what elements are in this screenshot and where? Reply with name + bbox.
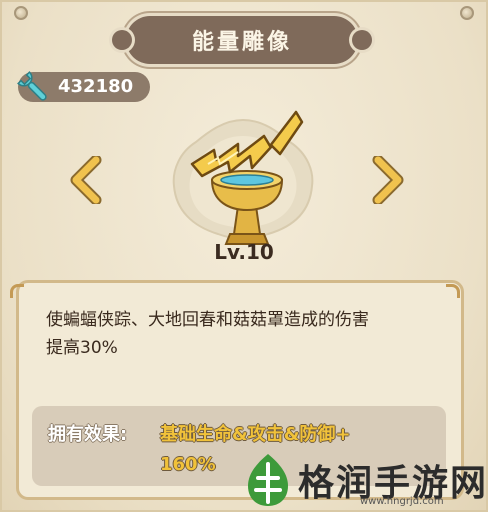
- page-title: 能量雕像: [191, 30, 292, 55]
- statue-level: Lv.10: [214, 240, 274, 264]
- site-watermark: 格润手游网 www.hngrjd.com: [236, 448, 488, 512]
- description-line: 使蝙蝠侠踪、大地回春和菇菇罩造成的伤害: [46, 310, 369, 330]
- chevron-right-icon[interactable]: [368, 156, 408, 204]
- panel-corner-ornament: [10, 284, 24, 298]
- lightning-statue-icon: [190, 110, 304, 245]
- skill-description: 使蝙蝠侠踪、大地回春和菇菇罩造成的伤害 提高30%: [46, 306, 446, 362]
- frame-pin-icon: [460, 6, 474, 20]
- chevron-left-icon[interactable]: [66, 156, 106, 204]
- currency-counter: 432180: [17, 71, 150, 102]
- watermark-logo-icon: [248, 454, 288, 506]
- wrench-icon: [17, 71, 47, 101]
- frame-pin-icon: [14, 6, 28, 20]
- watermark-url: www.hngrjd.com: [360, 496, 444, 507]
- currency-value: 432180: [58, 76, 134, 97]
- panel-corner-ornament: [446, 284, 460, 298]
- effect-value-line: 基础生命&攻击&防御+: [160, 424, 351, 445]
- description-line: 提高30%: [46, 338, 118, 358]
- title-plaque: 能量雕像: [112, 16, 372, 64]
- effect-label: 拥有效果:: [48, 424, 128, 445]
